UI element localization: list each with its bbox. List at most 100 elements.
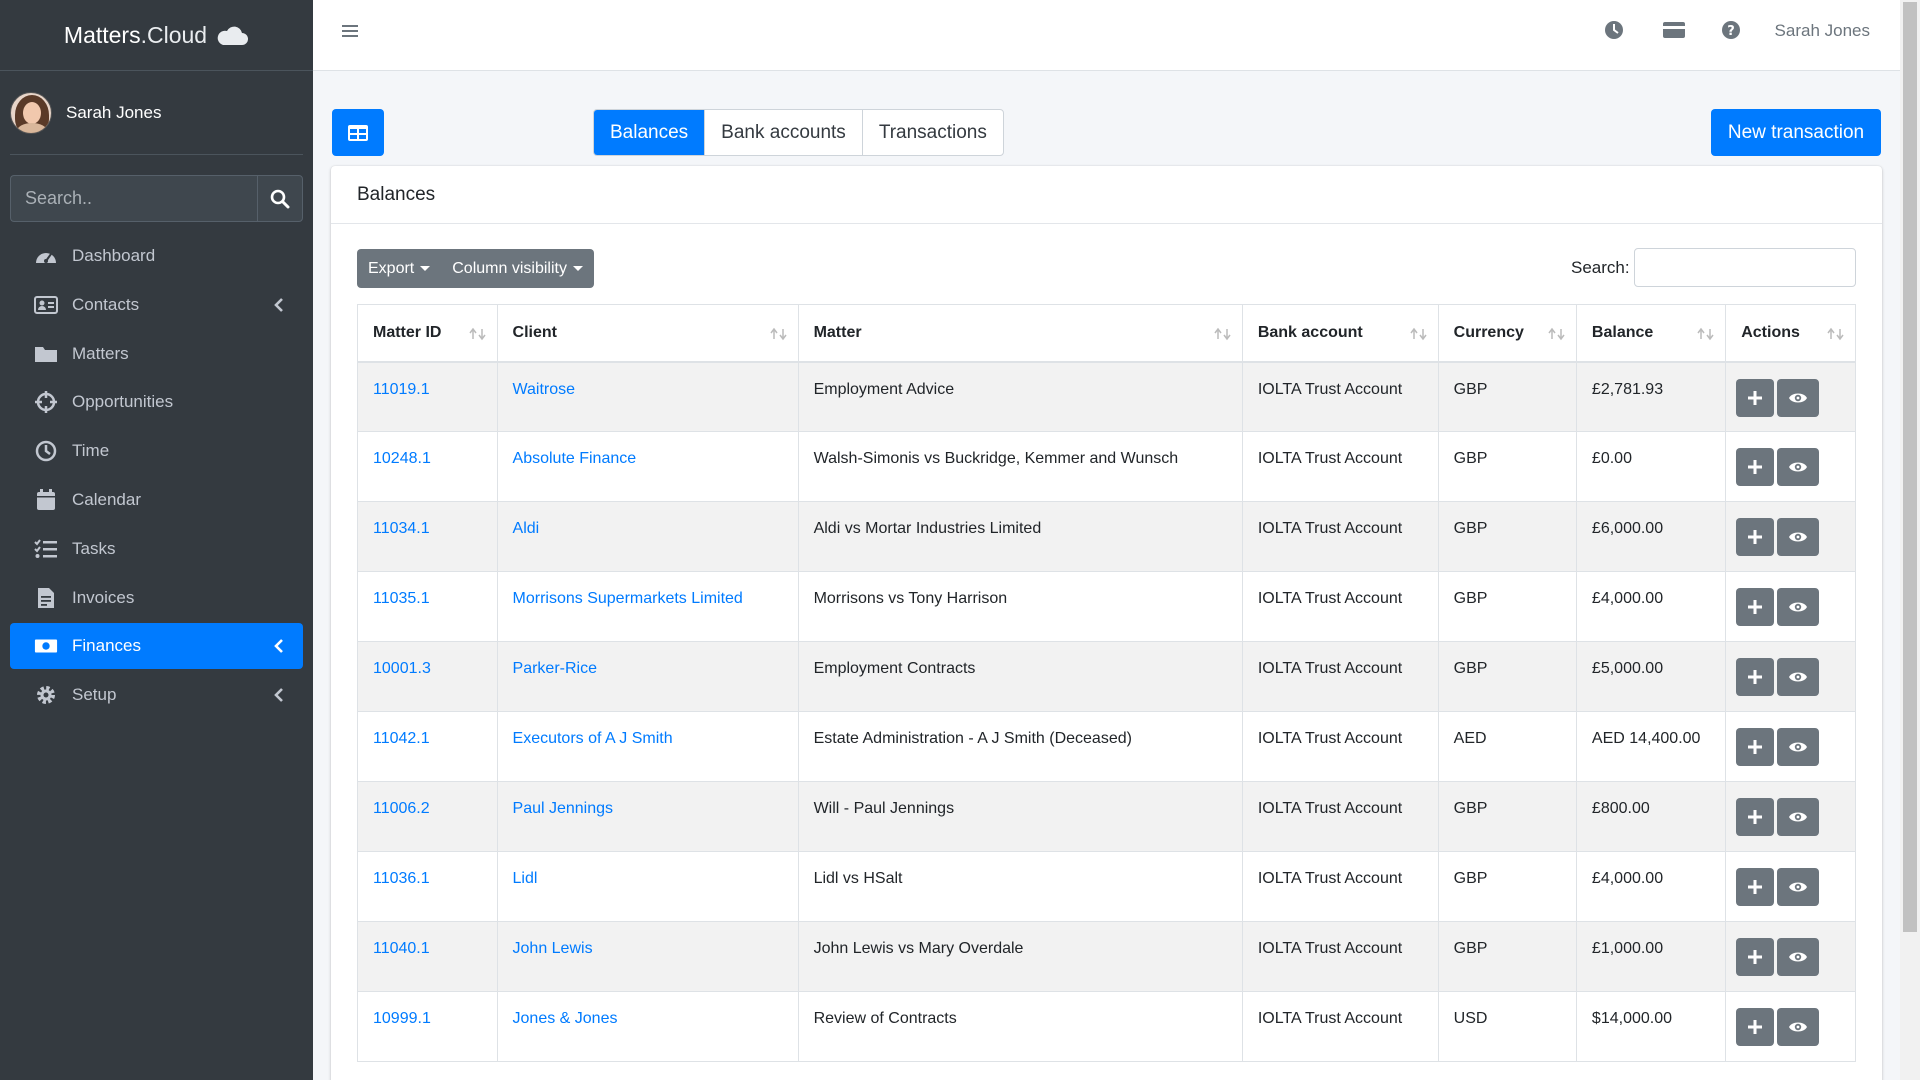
column-header-matter[interactable]: Matter — [797, 304, 1243, 363]
tab-bank-accounts[interactable]: Bank accounts — [704, 110, 862, 155]
cell-balance: $14,000.00 — [1575, 991, 1727, 1062]
column-header-client[interactable]: Client — [496, 304, 799, 363]
eye-icon — [1789, 952, 1808, 962]
sidebar-search-input[interactable] — [10, 175, 257, 222]
client-link[interactable]: John Lewis — [513, 940, 593, 957]
card-title: Balances — [331, 166, 1882, 224]
sidebar-item-finances[interactable]: Finances — [10, 623, 303, 670]
help-icon[interactable]: ? — [1720, 19, 1742, 41]
client-link[interactable]: Waitrose — [513, 381, 576, 398]
add-transaction-button[interactable] — [1736, 588, 1775, 626]
add-transaction-button[interactable] — [1736, 658, 1775, 696]
add-transaction-button[interactable] — [1736, 728, 1775, 766]
brand-logo[interactable]: Matters .Cloud — [0, 0, 313, 71]
client-link[interactable]: Executors of A J Smith — [513, 730, 673, 747]
cell-balance: AED 14,400.00 — [1575, 711, 1727, 782]
matter-id-link[interactable]: 11034.1 — [373, 520, 430, 537]
matter-id-link[interactable]: 11019.1 — [373, 381, 430, 398]
sidebar-item-time[interactable]: Time — [10, 428, 303, 474]
view-button[interactable] — [1777, 518, 1820, 556]
sidebar-item-contacts[interactable]: Contacts — [10, 282, 303, 328]
credit-card-icon[interactable] — [1662, 19, 1686, 41]
sidebar: Matters.Cloud Sarah Jones Dashboard Cont… — [0, 0, 313, 1080]
tab-balances[interactable]: Balances — [594, 110, 705, 155]
column-header-bank-account[interactable]: Bank account — [1241, 304, 1439, 363]
client-link[interactable]: Jones & Jones — [513, 1010, 618, 1027]
column-header-matter-id[interactable]: Matter ID — [357, 304, 498, 363]
hamburger-menu-icon[interactable] — [341, 22, 359, 40]
view-button[interactable] — [1777, 378, 1820, 417]
sort-icon — [1827, 327, 1844, 341]
cell-actions — [1725, 571, 1856, 642]
client-link[interactable]: Aldi — [513, 520, 540, 537]
table-row: 11035.1 Morrisons Supermarkets Limited Mor… — [357, 571, 1856, 642]
add-transaction-button[interactable] — [1736, 868, 1775, 906]
cell-bank-account: IOLTA Trust Account — [1241, 921, 1439, 992]
matter-id-link[interactable]: 11035.1 — [373, 590, 430, 607]
add-transaction-button[interactable] — [1736, 938, 1775, 976]
eye-icon — [1789, 1022, 1808, 1032]
matter-id-link[interactable]: 10001.3 — [373, 660, 431, 677]
matter-id-link[interactable]: 11036.1 — [373, 870, 430, 887]
client-link[interactable]: Absolute Finance — [513, 450, 637, 467]
sidebar-item-setup[interactable]: Setup — [10, 672, 303, 718]
table-search-input[interactable] — [1634, 248, 1856, 287]
table-row: 11006.2 Paul Jennings Will - Paul Jennings… — [357, 781, 1856, 852]
plus-icon — [1748, 880, 1763, 894]
matter-id-link[interactable]: 10248.1 — [373, 450, 431, 467]
sidebar-item-matters[interactable]: Matters — [10, 331, 303, 377]
cell-matter-id: 11036.1 — [357, 851, 498, 922]
add-transaction-button[interactable] — [1736, 378, 1775, 417]
view-button[interactable] — [1777, 658, 1820, 696]
view-button[interactable] — [1777, 448, 1820, 486]
topbar-user-name[interactable]: Sarah Jones — [1775, 21, 1870, 41]
cell-balance: £0.00 — [1575, 431, 1727, 502]
view-button[interactable] — [1777, 798, 1820, 836]
column-header-balance[interactable]: Balance — [1575, 304, 1727, 363]
sidebar-search-button[interactable] — [257, 175, 303, 222]
sidebar-item-tasks[interactable]: Tasks — [10, 526, 303, 572]
view-button[interactable] — [1777, 868, 1820, 906]
matter-id-link[interactable]: 11042.1 — [373, 730, 430, 747]
cell-balance: £800.00 — [1575, 781, 1727, 852]
sidebar-item-dashboard[interactable]: Dashboard — [10, 233, 303, 279]
user-panel[interactable]: Sarah Jones — [10, 71, 303, 155]
column-header-currency[interactable]: Currency — [1437, 304, 1577, 363]
sidebar-item-label: Invoices — [72, 587, 135, 607]
new-transaction-button[interactable]: New transaction — [1711, 109, 1881, 156]
add-transaction-button[interactable] — [1736, 1008, 1775, 1046]
matter-id-link[interactable]: 10999.1 — [373, 1010, 431, 1027]
eye-icon — [1789, 532, 1808, 542]
page-scrollbar[interactable] — [1900, 0, 1920, 1080]
dashboard-icon — [34, 244, 58, 268]
matter-id-link[interactable]: 11006.2 — [373, 800, 430, 817]
sidebar-item-opportunities[interactable]: Opportunities — [10, 379, 303, 425]
calendar-icon — [34, 488, 58, 512]
client-link[interactable]: Paul Jennings — [513, 800, 614, 817]
column-visibility-dropdown-button[interactable]: Column visibility — [441, 249, 594, 288]
sidebar-item-label: Contacts — [72, 294, 140, 314]
view-button[interactable] — [1777, 728, 1820, 766]
plus-icon — [1748, 530, 1763, 544]
export-dropdown-button[interactable]: Export — [357, 249, 442, 288]
column-header-actions[interactable]: Actions — [1725, 304, 1856, 363]
table-row: 11019.1 Waitrose Employment Advice IOLTA Tr… — [357, 361, 1856, 432]
view-button[interactable] — [1777, 588, 1820, 626]
cell-bank-account: IOLTA Trust Account — [1241, 711, 1439, 782]
matter-id-link[interactable]: 11040.1 — [373, 940, 430, 957]
client-link[interactable]: Parker-Rice — [513, 660, 597, 677]
sidebar-item-calendar[interactable]: Calendar — [10, 477, 303, 523]
client-link[interactable]: Morrisons Supermarkets Limited — [513, 590, 743, 607]
add-transaction-button[interactable] — [1736, 798, 1775, 836]
table-view-button[interactable] — [332, 109, 384, 156]
view-button[interactable] — [1777, 938, 1820, 976]
clock-icon[interactable] — [1603, 19, 1625, 41]
view-button[interactable] — [1777, 1008, 1820, 1046]
tab-transactions[interactable]: Transactions — [861, 110, 1003, 155]
add-transaction-button[interactable] — [1736, 448, 1775, 486]
add-transaction-button[interactable] — [1736, 518, 1775, 556]
scrollbar-thumb[interactable] — [1903, 2, 1917, 932]
client-link[interactable]: Lidl — [513, 870, 538, 887]
cell-matter: Estate Administration - A J Smith (Decea… — [797, 711, 1243, 782]
sidebar-item-invoices[interactable]: Invoices — [10, 575, 303, 621]
